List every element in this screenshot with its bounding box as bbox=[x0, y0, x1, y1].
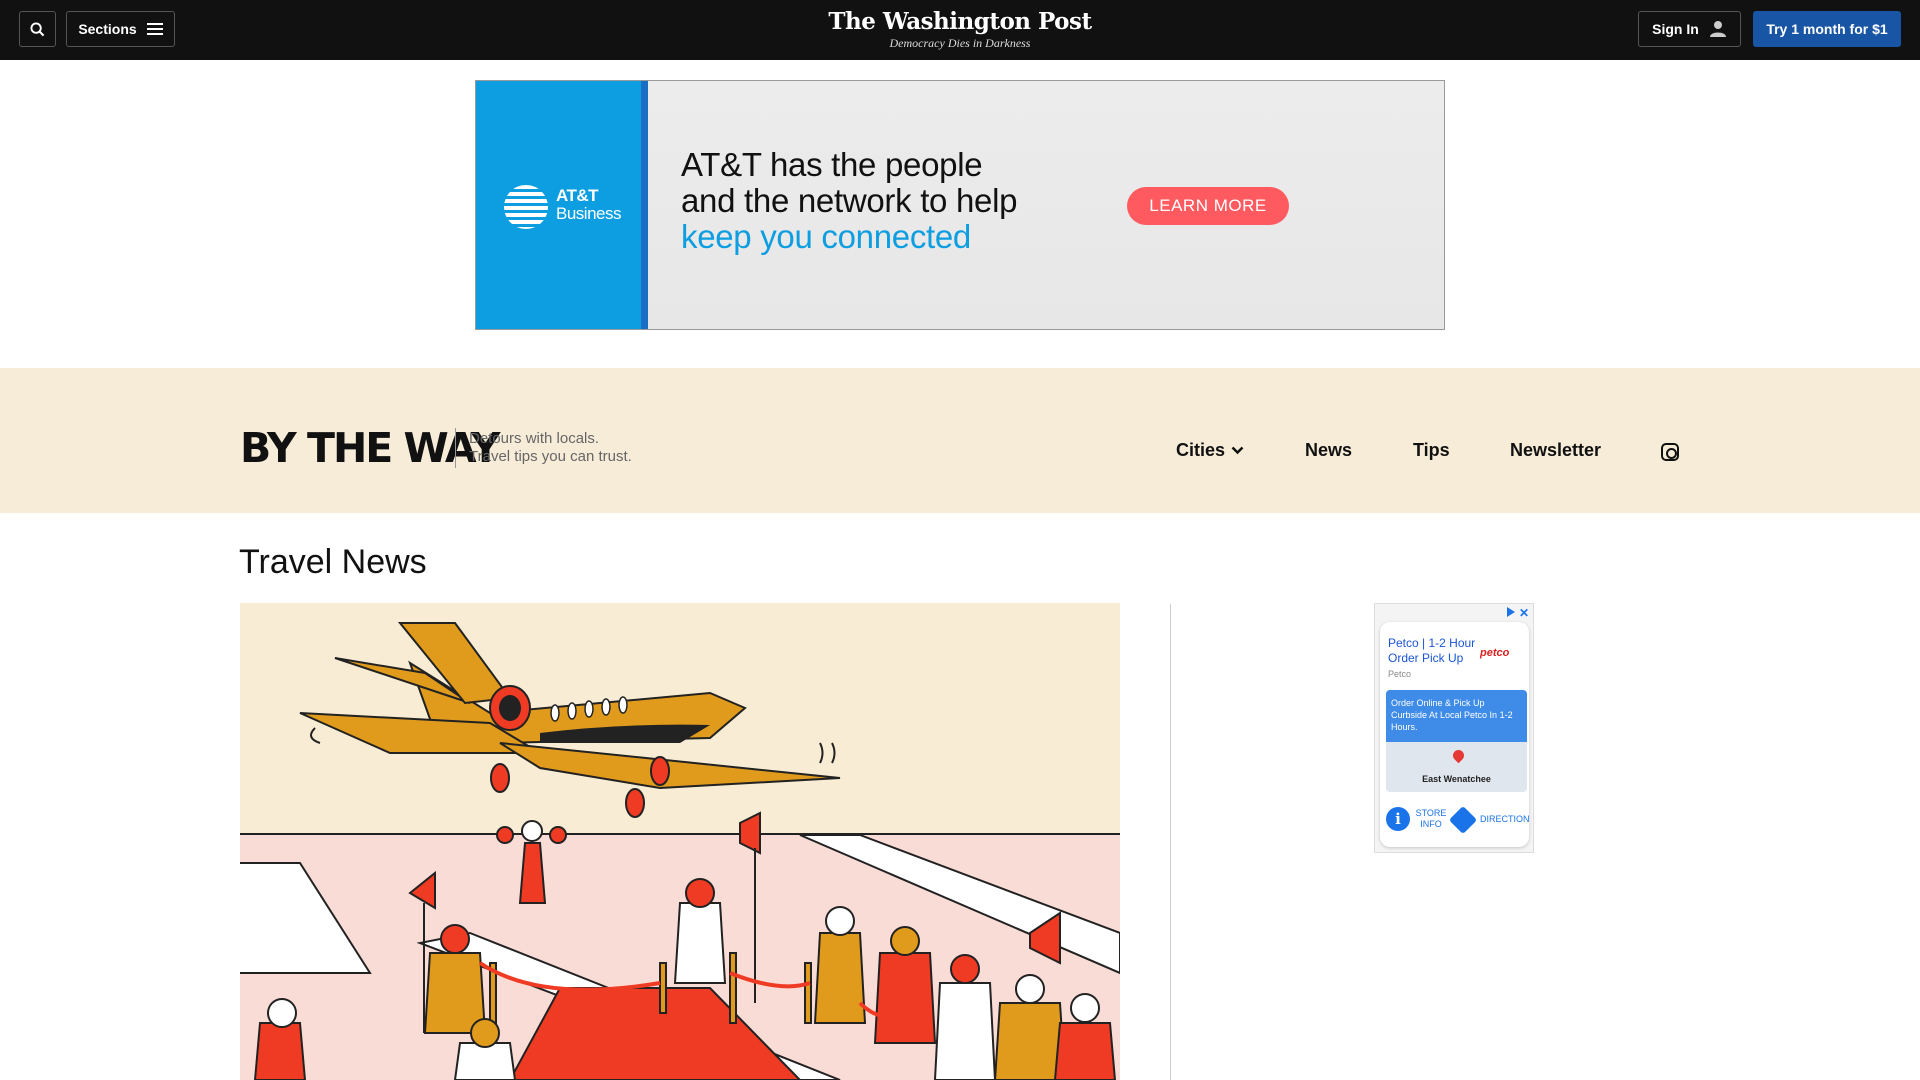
nav-cities-label: Cities bbox=[1176, 440, 1226, 460]
directions-icon[interactable] bbox=[1448, 805, 1478, 835]
info-icon[interactable]: i bbox=[1386, 807, 1410, 831]
petco-map[interactable]: Order Online & Pick Up Curbside At Local… bbox=[1386, 690, 1527, 792]
att-brand-panel: AT&T Business bbox=[476, 81, 648, 329]
logo-name: The Washington Post bbox=[828, 8, 1092, 35]
instagram-icon[interactable] bbox=[1661, 443, 1679, 461]
chevron-down-icon bbox=[1231, 446, 1244, 455]
att-brand-text: AT&T Business bbox=[556, 187, 621, 223]
ad-headline: AT&T has the people and the network to h… bbox=[681, 147, 1017, 255]
ad-headline-line3: keep you connected bbox=[681, 218, 971, 255]
petco-map-place: East Wenatchee bbox=[1422, 774, 1491, 784]
airplane-red-carpet-illustration bbox=[240, 603, 1120, 1080]
washington-post-logo[interactable]: The Washington Post Democracy Dies in Da… bbox=[760, 8, 1160, 50]
petco-ad-title[interactable]: Petco | 1-2 Hour Order Pick Up bbox=[1388, 636, 1483, 666]
petco-side-ad[interactable]: ✕ Petco | 1-2 Hour Order Pick Up petco P… bbox=[1374, 603, 1534, 853]
by-the-way-logo[interactable]: BY THE WAY bbox=[240, 426, 500, 470]
nav-tips[interactable]: Tips bbox=[1413, 440, 1450, 461]
sections-label: Sections bbox=[78, 21, 137, 37]
page-title: Travel News bbox=[239, 543, 427, 581]
tagline-line2: Travel tips you can trust. bbox=[469, 448, 632, 465]
nav-newsletter[interactable]: Newsletter bbox=[1510, 440, 1601, 461]
search-button[interactable] bbox=[19, 11, 56, 47]
directions-link[interactable]: DIRECTIONS bbox=[1480, 814, 1529, 824]
sign-in-label: Sign In bbox=[1652, 21, 1699, 37]
petco-ad-card[interactable]: Petco | 1-2 Hour Order Pick Up petco Pet… bbox=[1380, 622, 1529, 847]
search-icon bbox=[30, 21, 45, 36]
store-info-link[interactable]: STORE INFO bbox=[1414, 808, 1448, 830]
by-the-way-tagline: Detours with locals. Travel tips you can… bbox=[469, 430, 632, 466]
petco-advertiser: Petco bbox=[1388, 669, 1412, 679]
att-banner-ad[interactable]: AT&T Business AT&T has the people and th… bbox=[475, 80, 1445, 330]
top-navigation-bar: Sections The Washington Post Democracy D… bbox=[0, 0, 1920, 60]
hero-illustration[interactable] bbox=[240, 603, 1120, 1080]
att-globe-icon bbox=[504, 185, 548, 229]
close-ad-icon[interactable]: ✕ bbox=[1519, 606, 1529, 620]
att-brand-line1: AT&T bbox=[556, 186, 599, 205]
hamburger-icon bbox=[146, 23, 163, 35]
petco-map-caption: Order Online & Pick Up Curbside At Local… bbox=[1386, 690, 1527, 742]
logo-tagline: Democracy Dies in Darkness bbox=[889, 36, 1031, 50]
adchoices-icon[interactable] bbox=[1507, 607, 1515, 617]
sign-in-button[interactable]: Sign In bbox=[1638, 11, 1741, 47]
column-divider bbox=[1170, 604, 1171, 1080]
user-icon bbox=[1709, 21, 1726, 37]
tagline-line1: Detours with locals. bbox=[469, 430, 600, 447]
subscribe-button[interactable]: Try 1 month for $1 bbox=[1753, 11, 1901, 47]
ad-headline-line2: and the network to help bbox=[681, 182, 1018, 219]
logo-divider bbox=[455, 428, 456, 468]
ad-headline-line1: AT&T has the people bbox=[681, 146, 983, 183]
map-pin-icon bbox=[1450, 747, 1467, 764]
petco-logo: petco bbox=[1480, 647, 1510, 659]
sections-menu-button[interactable]: Sections bbox=[66, 11, 175, 47]
learn-more-button[interactable]: LEARN MORE bbox=[1127, 187, 1289, 225]
att-brand-line2: Business bbox=[556, 204, 621, 223]
nav-news[interactable]: News bbox=[1305, 440, 1352, 461]
nav-cities[interactable]: Cities bbox=[1176, 440, 1244, 461]
